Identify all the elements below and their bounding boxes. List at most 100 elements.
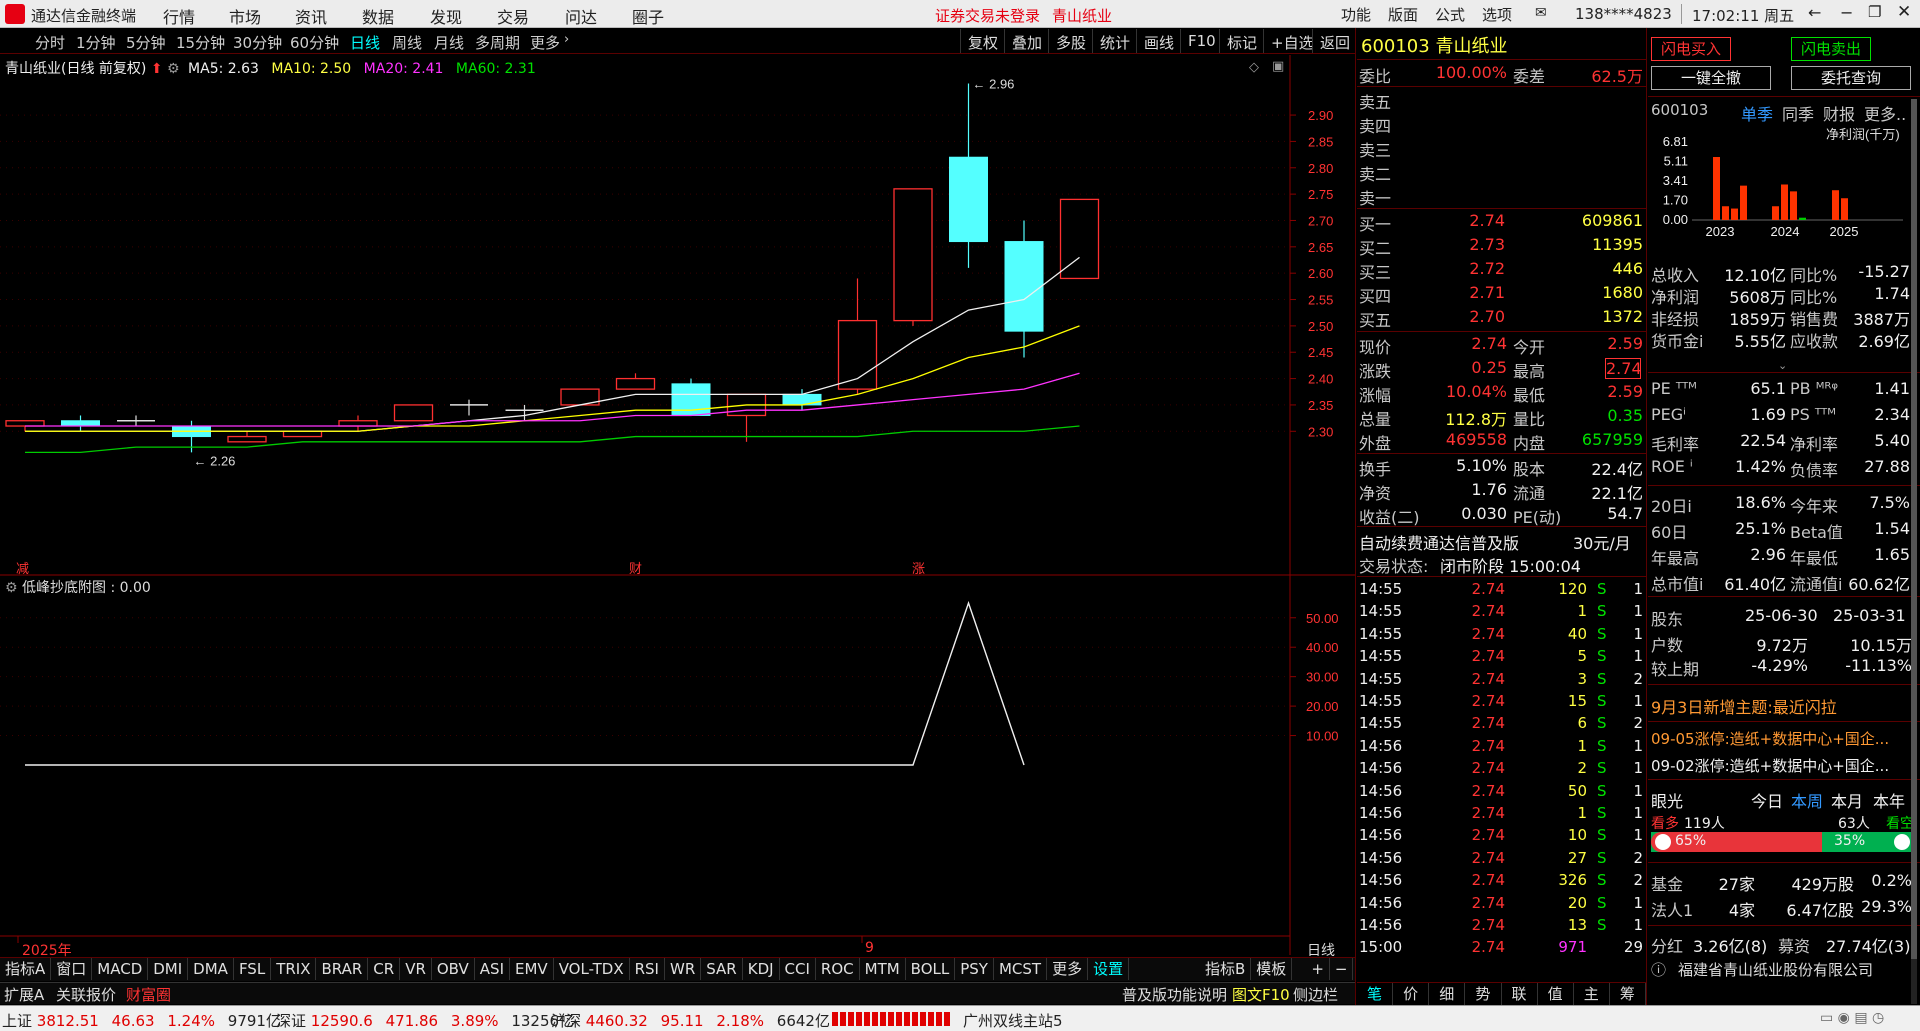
tick-tab[interactable]: 势 bbox=[1465, 983, 1502, 1005]
indicator-tab[interactable]: SAR bbox=[701, 958, 743, 980]
indicator-tab[interactable]: DMA bbox=[188, 958, 234, 980]
tab-more[interactable]: 更多.. bbox=[1864, 101, 1906, 125]
bid-level-label[interactable]: 买二 bbox=[1359, 235, 1391, 259]
ask-level-label[interactable]: 卖四 bbox=[1359, 113, 1391, 137]
bid-level-volume[interactable]: 1372 bbox=[1547, 307, 1643, 326]
indicator-tab[interactable]: MCST bbox=[994, 958, 1048, 980]
promo-text[interactable]: 自动续费通达信普及版 bbox=[1359, 530, 1519, 554]
theme-headline[interactable]: 9月3日新增主题:最近闪拉 bbox=[1651, 694, 1837, 718]
indicator-tab[interactable]: ROC bbox=[816, 958, 860, 980]
period-monthly[interactable]: 月线 bbox=[434, 32, 464, 53]
btn-tongji[interactable]: 统计 bbox=[1092, 29, 1137, 53]
btn-f10[interactable]: F10 bbox=[1180, 29, 1223, 53]
indicator-tab[interactable]: BRAR bbox=[316, 958, 369, 980]
status-icons[interactable]: ▭ ◉ ▤ ◷ bbox=[1820, 1010, 1884, 1026]
bid-level-price[interactable]: 2.74 bbox=[1443, 211, 1505, 230]
bid-level-volume[interactable]: 446 bbox=[1547, 259, 1643, 278]
event-marker-cai[interactable]: 财 bbox=[629, 558, 642, 577]
indicator-tab[interactable]: TRIX bbox=[271, 958, 317, 980]
order-query-button[interactable]: 委托查询 bbox=[1791, 66, 1911, 90]
btn-diejia[interactable]: 叠加 bbox=[1004, 29, 1049, 53]
btn-biaoji[interactable]: 标记 bbox=[1219, 29, 1264, 53]
tab-caifuquan[interactable]: 财富圈 bbox=[126, 984, 171, 1005]
indicator-tab[interactable]: MTM bbox=[860, 958, 906, 980]
template-tab[interactable]: 模板 bbox=[1251, 958, 1293, 980]
news-item[interactable]: 09-05涨停:造纸+数据中心+国企... bbox=[1651, 728, 1889, 749]
news-item[interactable]: 09-02涨停:造纸+数据中心+国企... bbox=[1651, 755, 1889, 776]
scrollbar-thumb[interactable] bbox=[1911, 99, 1917, 959]
period-more[interactable]: 更多 bbox=[530, 32, 560, 53]
period-5min[interactable]: 5分钟 bbox=[126, 32, 166, 53]
close-icon[interactable]: ✕ bbox=[1897, 2, 1911, 22]
index-sz[interactable]: 深证 12590.6 471.86 3.89% 13256亿 bbox=[276, 1010, 574, 1031]
indicator-tab[interactable]: VOL-TDX bbox=[554, 958, 630, 980]
indicator-tab[interactable]: VR bbox=[400, 958, 432, 980]
bid-level-price[interactable]: 2.72 bbox=[1443, 259, 1505, 278]
cancel-all-button[interactable]: 一键全撤 bbox=[1651, 66, 1771, 90]
menu-wenda[interactable]: 问达 bbox=[565, 4, 597, 28]
menu-quanzi[interactable]: 圈子 bbox=[632, 4, 664, 28]
tab-this-week[interactable]: 本周 bbox=[1791, 788, 1823, 812]
sentiment-bar[interactable]: 65% 35% bbox=[1651, 832, 1914, 852]
menu-zixun[interactable]: 资讯 bbox=[295, 4, 327, 28]
bid-level-label[interactable]: 买四 bbox=[1359, 283, 1391, 307]
indicator-tab[interactable]: CCI bbox=[780, 958, 816, 980]
tab-report[interactable]: 财报 bbox=[1823, 101, 1855, 125]
btn-fuquan[interactable]: 复权 bbox=[960, 29, 1005, 53]
minimize-icon[interactable]: − bbox=[1840, 3, 1853, 22]
period-daily[interactable]: 日线 bbox=[350, 32, 380, 53]
period-weekly[interactable]: 周线 bbox=[392, 32, 422, 53]
back-arrow-icon[interactable]: ← bbox=[1808, 3, 1821, 22]
expand-icon[interactable]: ⌄ bbox=[1778, 359, 1787, 372]
tab-quarter[interactable]: 单季 bbox=[1741, 101, 1773, 125]
tick-tab[interactable]: 细 bbox=[1429, 983, 1466, 1005]
menu-banmian[interactable]: 版面 bbox=[1388, 4, 1418, 25]
tick-tab[interactable]: 筹 bbox=[1610, 983, 1646, 1005]
period-1min[interactable]: 1分钟 bbox=[76, 32, 116, 53]
event-marker-jian[interactable]: 减 bbox=[16, 558, 29, 577]
index-hs[interactable]: 沪深 4460.32 95.11 2.18% 6642亿 bbox=[551, 1010, 830, 1031]
mail-icon[interactable]: ✉ bbox=[1535, 5, 1547, 21]
login-notice[interactable]: 证券交易未登录 bbox=[935, 5, 1040, 26]
menu-gongneng[interactable]: 功能 bbox=[1341, 4, 1371, 25]
indicator-tab[interactable]: BOLL bbox=[906, 958, 956, 980]
restore-icon[interactable]: ❐ bbox=[1868, 3, 1881, 21]
btn-duogu[interactable]: 多股 bbox=[1048, 29, 1093, 53]
tab-this-month[interactable]: 本月 bbox=[1831, 788, 1863, 812]
link-sidebar[interactable]: 侧边栏 bbox=[1293, 984, 1338, 1005]
indicator-tab[interactable]: PSY bbox=[955, 958, 994, 980]
remove-indicator-button[interactable]: − bbox=[1330, 958, 1354, 980]
company-name[interactable]: 福建省青山纸业股份有限公司 bbox=[1678, 959, 1873, 980]
menu-faxian[interactable]: 发现 bbox=[430, 4, 462, 28]
menu-xuanxiang[interactable]: 选项 bbox=[1482, 4, 1512, 25]
tab-same-quarter[interactable]: 同季 bbox=[1782, 101, 1814, 125]
menu-gongshi[interactable]: 公式 bbox=[1435, 4, 1465, 25]
period-multi[interactable]: 多周期 bbox=[475, 32, 520, 53]
menu-jiaoyi[interactable]: 交易 bbox=[497, 4, 529, 28]
indicator-tab[interactable]: MACD bbox=[92, 958, 149, 980]
bid-level-price[interactable]: 2.70 bbox=[1443, 307, 1505, 326]
tick-tab[interactable]: 联 bbox=[1502, 983, 1538, 1005]
scrollbar[interactable] bbox=[1911, 99, 1917, 1004]
indicator-tab[interactable]: 窗口 bbox=[51, 958, 93, 980]
event-marker-zhang[interactable]: 涨 bbox=[912, 558, 925, 577]
indicator-tab[interactable]: EMV bbox=[510, 958, 554, 980]
promo-price[interactable]: 30元/月 bbox=[1573, 530, 1631, 554]
tab-related-quote[interactable]: 关联报价 bbox=[56, 984, 116, 1005]
indicator-tab[interactable]: 设置 bbox=[1088, 958, 1130, 980]
bid-level-volume[interactable]: 1680 bbox=[1547, 283, 1643, 302]
add-indicator-button[interactable]: + bbox=[1306, 958, 1330, 980]
menu-shichang[interactable]: 市场 bbox=[229, 4, 261, 28]
indicator-tab[interactable]: WR bbox=[665, 958, 702, 980]
link-guide[interactable]: 普及版功能说明 bbox=[1122, 984, 1227, 1005]
indicator-tab[interactable]: DMI bbox=[148, 958, 189, 980]
bid-level-label[interactable]: 买三 bbox=[1359, 259, 1391, 283]
indicator-tab[interactable]: 指标A bbox=[0, 958, 52, 980]
menu-hangqing[interactable]: 行情 bbox=[163, 4, 195, 28]
indicator-tab[interactable]: ASI bbox=[475, 958, 510, 980]
flash-buy-button[interactable]: 闪电买入 bbox=[1651, 37, 1731, 61]
chevron-right-icon[interactable]: › bbox=[564, 32, 569, 47]
settings-icon[interactable]: ⚙ bbox=[5, 580, 22, 596]
indicator-tab[interactable]: CR bbox=[368, 958, 401, 980]
bid-level-volume[interactable]: 11395 bbox=[1547, 235, 1643, 254]
